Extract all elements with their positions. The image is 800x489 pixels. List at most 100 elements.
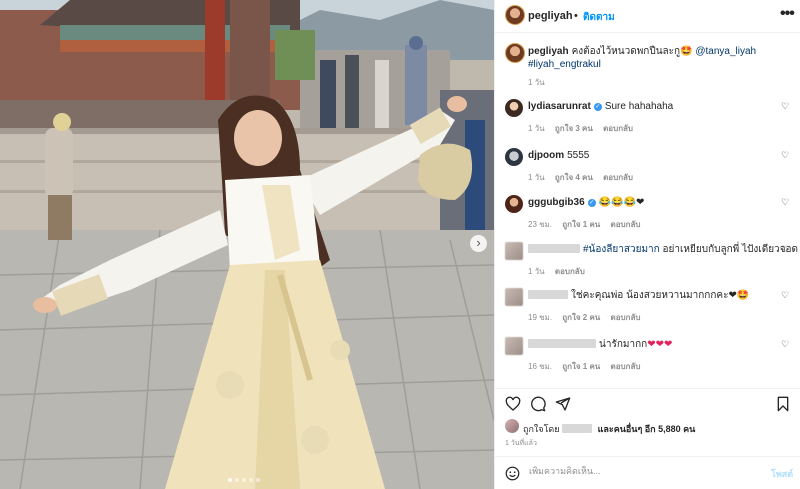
carousel-indicator — [228, 478, 260, 482]
avatar[interactable] — [505, 99, 523, 117]
carousel-dot — [228, 478, 232, 482]
comment-item: #น้องลียาสวยมาก อย่าเหยียบกับลูกพี่ ไปัง… — [505, 242, 798, 288]
comment-time[interactable]: 1 วัน — [528, 124, 545, 133]
avatar[interactable] — [505, 337, 523, 355]
comment-item: น่ารักมากก❤❤❤ 16 ชม. ถูกใจ 1 คน ตอบกลับ … — [505, 337, 795, 383]
carousel-next-button[interactable]: › — [470, 235, 487, 252]
post-header: pegliyah • ติดตาม ••• — [495, 0, 800, 33]
carousel-dot — [235, 478, 239, 482]
add-comment-input[interactable] — [529, 466, 749, 476]
comment-body: 😂😂😂❤ — [598, 197, 645, 208]
comment-item: gggubgib36 ✓ 😂😂😂❤ 23 ชม. ถูกใจ 1 คน ตอบกลั… — [505, 195, 795, 241]
caption-time[interactable]: 1 วัน — [528, 76, 545, 89]
comment-text: น่ารักมากก❤❤❤ — [528, 339, 778, 351]
post-timestamp[interactable]: 1 วันที่แล้ว — [505, 438, 537, 449]
caption-hashtag[interactable]: #liyah_engtrakul — [528, 59, 601, 70]
comment-text: ใช่คะคุณพ่อ น้องสวยหวานมากกกคะ❤🤩 — [528, 290, 778, 302]
verified-badge-icon: ✓ — [593, 103, 602, 111]
redacted-username[interactable] — [528, 244, 580, 253]
comment-text: gggubgib36 ✓ 😂😂😂❤ — [528, 197, 778, 209]
comment-body: น่ารักมากก — [599, 339, 648, 350]
comment-likes[interactable]: ถูกใจ 4 คน — [555, 173, 593, 182]
caption-mention[interactable]: @tanya_liyah — [695, 46, 756, 57]
post-side-panel: pegliyah • ติดตาม ••• pegliyah คงต้องไว้ห… — [494, 0, 800, 489]
redacted-username[interactable] — [528, 339, 596, 348]
reply-button[interactable]: ตอบกลับ — [611, 362, 641, 371]
comment-item: lydiasarunrat ✓ Sure hahahaha 1 วัน ถูกใจ … — [505, 99, 795, 145]
heart-emojis: ❤❤❤ — [647, 339, 673, 350]
avatar[interactable] — [505, 5, 525, 25]
reply-button[interactable]: ตอบกลับ — [603, 124, 633, 133]
comment-body: 5555 — [567, 150, 590, 161]
comment-hashtag[interactable]: #น้องลียาสวยมาก — [583, 244, 660, 255]
likes-summary: ถูกใจโดย และคนอื่นๆ อีก 5,880 คน — [505, 419, 795, 435]
avatar[interactable] — [505, 43, 525, 63]
comment-time[interactable]: 1 วัน — [528, 267, 545, 276]
redacted-liker — [562, 424, 593, 433]
carousel-dot — [249, 478, 253, 482]
likes-text[interactable]: ถูกใจโดย และคนอื่นๆ อีก 5,880 คน — [523, 422, 695, 436]
instagram-post: › pegliyah • ติดตาม ••• pegliyah คงต้องไว… — [0, 0, 800, 489]
comment-meta: 23 ชม. ถูกใจ 1 คน ตอบกลับ — [528, 218, 648, 231]
caption-body: คงต้องไว้หนวดพกปืนละกู🤩 — [571, 46, 693, 57]
comment-meta: 16 ชม. ถูกใจ 1 คน ตอบกลับ — [528, 360, 648, 373]
emoji-smile-icon[interactable] — [505, 466, 520, 481]
comment-like-icon[interactable]: ♡ — [781, 150, 789, 161]
comment-like-icon[interactable]: ♡ — [781, 244, 789, 255]
comment-likes[interactable]: ถูกใจ 1 คน — [562, 220, 600, 229]
comment-meta: 19 ชม. ถูกใจ 2 คน ตอบกลับ — [528, 311, 648, 324]
post-photo[interactable]: › — [0, 0, 494, 489]
comment-likes[interactable]: ถูกใจ 3 คน — [555, 124, 593, 133]
caption-username[interactable]: pegliyah — [528, 46, 569, 57]
post-actions-bar — [495, 388, 800, 418]
comment-meta: 1 วัน ตอบกลับ — [528, 265, 593, 278]
comment-text: lydiasarunrat ✓ Sure hahahaha — [528, 101, 778, 113]
likes-count[interactable]: และคนอื่นๆ อีก 5,880 คน — [598, 424, 696, 434]
caption-text: pegliyah คงต้องไว้หนวดพกปืนละกู🤩 @tanya_l… — [528, 45, 793, 71]
comment-username[interactable]: lydiasarunrat — [528, 101, 591, 112]
share-icon[interactable] — [555, 396, 571, 412]
avatar[interactable] — [505, 242, 523, 260]
reply-button[interactable]: ตอบกลับ — [611, 220, 641, 229]
avatar[interactable] — [505, 195, 523, 213]
comment-username[interactable]: djpoom — [528, 150, 564, 161]
verified-badge-icon: ✓ — [587, 199, 596, 207]
comment-meta: 1 วัน ถูกใจ 4 คน ตอบกลับ — [528, 171, 641, 184]
comment-item: ใช่คะคุณพ่อ น้องสวยหวานมากกกคะ❤🤩 19 ชม. … — [505, 288, 795, 334]
reply-button[interactable]: ตอบกลับ — [611, 313, 641, 322]
likes-prefix: ถูกใจโดย — [523, 424, 560, 434]
comment-time[interactable]: 23 ชม. — [528, 220, 552, 229]
comment-likes[interactable]: ถูกใจ 2 คน — [562, 313, 600, 322]
photo-illustration — [0, 0, 494, 489]
reply-button[interactable]: ตอบกลับ — [555, 267, 585, 276]
comment-like-icon[interactable]: ♡ — [781, 339, 789, 350]
carousel-dot — [242, 478, 246, 482]
separator-dot: • — [574, 10, 578, 22]
redacted-username[interactable] — [528, 290, 568, 299]
avatar[interactable] — [505, 288, 523, 306]
comment-meta: 1 วัน ถูกใจ 3 คน ตอบกลับ — [528, 122, 641, 135]
more-horizontal-icon[interactable]: ••• — [780, 5, 795, 23]
comment-time[interactable]: 19 ชม. — [528, 313, 552, 322]
reply-button[interactable]: ตอบกลับ — [603, 173, 633, 182]
comment-username[interactable]: gggubgib36 — [528, 197, 585, 208]
comment-text: djpoom 5555 — [528, 150, 778, 162]
comment-like-icon[interactable]: ♡ — [781, 290, 789, 301]
comment-item: djpoom 5555 1 วัน ถูกใจ 4 คน ตอบกลับ ♡ — [505, 148, 795, 194]
comment-time[interactable]: 16 ชม. — [528, 362, 552, 371]
comment-icon[interactable] — [530, 396, 546, 412]
comment-like-icon[interactable]: ♡ — [781, 197, 789, 208]
heart-outline-icon[interactable] — [505, 396, 521, 412]
comment-body: Sure hahahaha — [604, 101, 674, 112]
comment-time[interactable]: 1 วัน — [528, 173, 545, 182]
liker-avatar[interactable] — [505, 419, 519, 433]
post-comment-button[interactable]: โพสต์ — [771, 467, 793, 481]
comment-like-icon[interactable]: ♡ — [781, 101, 789, 112]
add-comment-bar: โพสต์ — [495, 456, 800, 489]
follow-button[interactable]: ติดตาม — [583, 10, 615, 25]
bookmark-icon[interactable] — [775, 396, 791, 412]
header-username[interactable]: pegliyah — [528, 10, 573, 22]
comment-likes[interactable]: ถูกใจ 1 คน — [562, 362, 600, 371]
avatar[interactable] — [505, 148, 523, 166]
comment-body: ใช่คะคุณพ่อ น้องสวยหวานมากกกคะ❤🤩 — [571, 290, 750, 301]
